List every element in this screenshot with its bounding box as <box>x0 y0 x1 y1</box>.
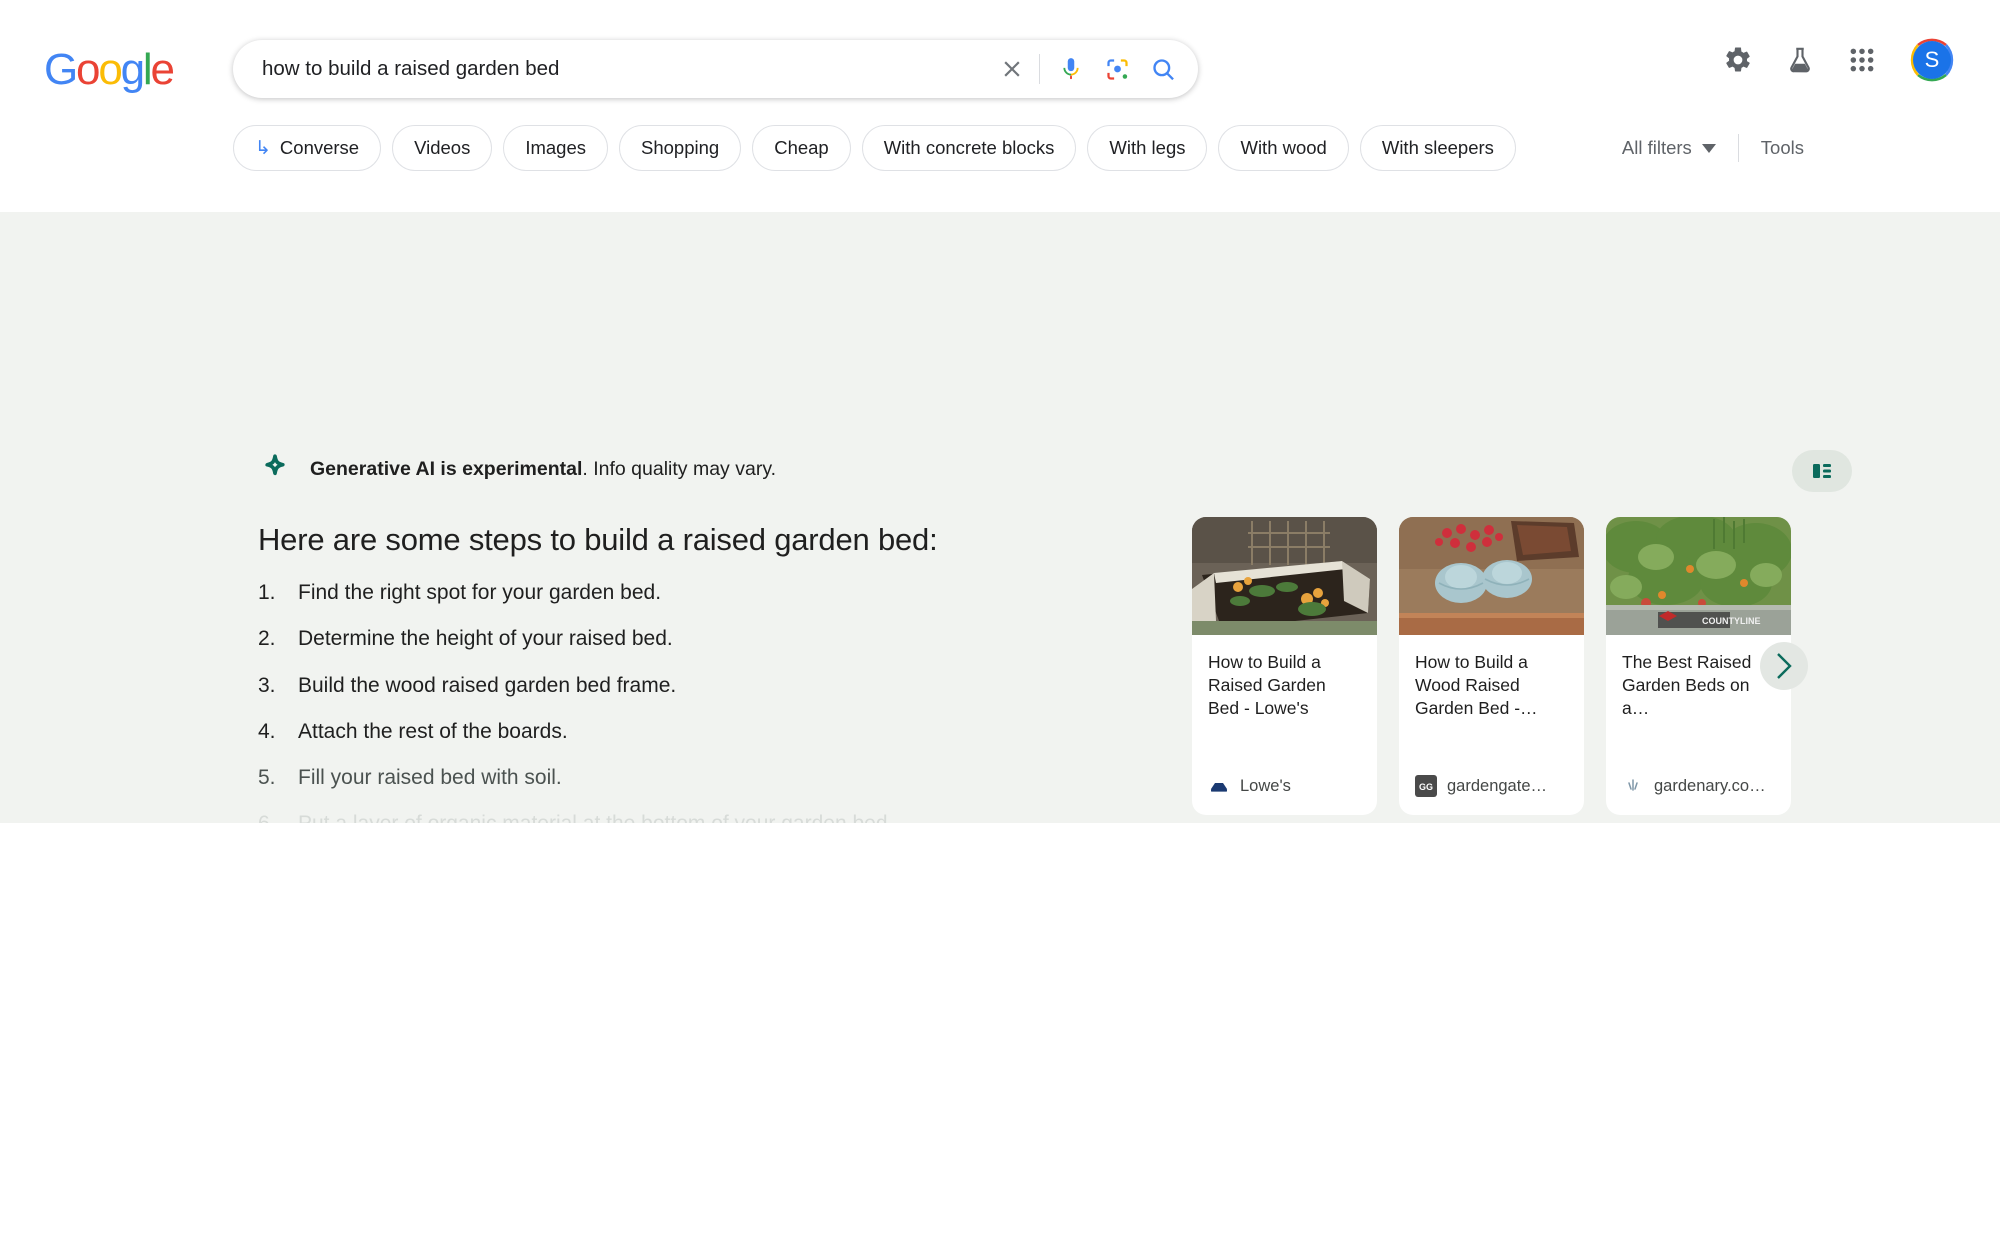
logo-letter-3: o <box>98 45 123 94</box>
chevron-down-icon <box>1701 143 1716 153</box>
filter-chip-label: With wood <box>1240 137 1327 158</box>
apps-grid-icon[interactable] <box>1842 40 1882 80</box>
filter-chip-converse[interactable]: ↳ Converse <box>233 125 382 171</box>
ai-step-number: 4. <box>258 719 276 743</box>
avatar[interactable]: S <box>1908 36 1956 84</box>
ai-step-text: Attach the rest of the boards. <box>298 719 568 743</box>
ai-step-text: Fill your raised bed with soil. <box>298 766 562 789</box>
lens-search-icon[interactable] <box>1094 46 1140 92</box>
ai-step-number: 1. <box>258 581 276 604</box>
source-card-site: gardenary.co… <box>1654 776 1766 795</box>
gardenary-favicon <box>1622 775 1644 797</box>
filter-chip-label: With legs <box>1109 137 1186 158</box>
avatar-initial: S <box>1913 41 1951 79</box>
filter-chip-images[interactable]: Images <box>503 125 609 171</box>
logo-letter-1: G <box>44 45 78 94</box>
converse-arrow-icon: ↳ <box>255 137 271 159</box>
source-thumbnail: COUNTYLINE <box>1606 517 1791 635</box>
source-card[interactable]: How to Build a Wood Raised Garden Bed -…… <box>1399 517 1584 815</box>
filter-chip-videos[interactable]: Videos <box>392 125 493 171</box>
ai-step: 4. Attach the rest of the boards. <box>258 719 1158 745</box>
all-filters-button[interactable]: All filters <box>1622 137 1716 159</box>
ai-disclaimer-rest: . Info quality may vary. <box>582 457 777 480</box>
source-card[interactable]: How to Build a Raised Garden Bed - Lowe'… <box>1192 517 1377 815</box>
ai-step-text: Find the right spot for your garden bed. <box>298 581 662 604</box>
svg-text:COUNTYLINE: COUNTYLINE <box>1702 616 1761 626</box>
source-card-footer: gardenary.co… <box>1606 775 1791 815</box>
filter-chip-label: With concrete blocks <box>883 137 1055 158</box>
layout-toggle-button[interactable] <box>1792 450 1852 492</box>
google-logo[interactable]: Google <box>44 45 175 94</box>
filter-chip-label: Cheap <box>774 137 829 158</box>
source-card-title: How to Build a Raised Garden Bed - Lowe'… <box>1208 652 1326 719</box>
ai-step: 1. Find the right spot for your garden b… <box>258 580 1158 606</box>
ai-step-text: Build the wood raised garden bed frame. <box>298 673 677 697</box>
filter-chip-label: With sleepers <box>1381 137 1494 158</box>
ai-disclaimer-text: Generative AI is experimental. Info qual… <box>310 458 776 481</box>
source-card-site: Lowe's <box>1240 776 1291 795</box>
search-bar <box>233 40 1198 98</box>
voice-search-icon[interactable] <box>1048 46 1094 92</box>
source-card-site: gardengate… <box>1447 776 1547 795</box>
settings-icon[interactable] <box>1718 40 1758 80</box>
filter-chip-with-legs[interactable]: With legs <box>1087 125 1208 171</box>
ai-step-number: 5. <box>258 766 276 789</box>
labs-icon[interactable] <box>1780 40 1820 80</box>
filter-chips-row: ↳ Converse Videos Images Shopping Cheap … <box>233 124 1516 172</box>
clear-search-button[interactable] <box>989 46 1035 92</box>
carousel-next-button[interactable] <box>1760 642 1808 690</box>
layout-icon <box>1813 464 1831 478</box>
search-divider <box>1039 54 1040 84</box>
header-icons: S <box>1718 36 1956 84</box>
source-thumbnail <box>1192 517 1377 635</box>
filter-chip-label: Images <box>525 137 587 158</box>
ai-step-text: Determine the height of your raised bed. <box>298 627 673 651</box>
source-card-title: How to Build a Wood Raised Garden Bed -… <box>1415 652 1538 719</box>
filter-chip-shopping[interactable]: Shopping <box>619 125 742 171</box>
filter-chip-label: Shopping <box>641 137 720 158</box>
ai-step: 2. Determine the height of your raised b… <box>258 626 1158 652</box>
filters-toolbar: All filters Tools <box>1622 134 1804 162</box>
generative-ai-panel: Generative AI is experimental. Info qual… <box>0 212 2000 997</box>
toolbar-divider <box>1737 134 1739 162</box>
source-thumbnail <box>1399 517 1584 635</box>
ai-source-cards: How to Build a Raised Garden Bed - Lowe'… <box>1192 517 1791 815</box>
google-search-results-page: Google how to build a raised garden bed … <box>0 0 2000 1250</box>
filter-chip-cheap[interactable]: Cheap <box>752 125 851 171</box>
all-filters-label: All filters <box>1621 137 1692 158</box>
chevron-right-icon <box>1777 653 1792 679</box>
organic-result-card: Step-by-Step Directions to Build a Raise… <box>0 823 2000 1250</box>
filter-chip-label: Videos <box>414 137 471 158</box>
ai-step-number: 2. <box>258 627 276 651</box>
filter-chip-with-sleepers[interactable]: With sleepers <box>1359 125 1516 171</box>
logo-letter-6: e <box>150 45 175 94</box>
gardengate-favicon: GG <box>1415 775 1437 797</box>
logo-letter-4: g <box>120 45 146 94</box>
filter-chip-with-concrete-blocks[interactable]: With concrete blocks <box>861 125 1077 171</box>
search-submit-icon[interactable] <box>1140 46 1186 92</box>
ai-disclaimer-bold: Generative AI is experimental <box>310 457 583 480</box>
search-header: Google how to build a raised garden bed … <box>0 0 2000 212</box>
ai-answer-title: Here are some steps to build a raised ga… <box>258 522 938 557</box>
ai-step: 5. Fill your raised bed with soil. <box>258 765 1158 791</box>
logo-letter-2: o <box>76 45 101 94</box>
search-input[interactable] <box>233 57 989 81</box>
ai-step-number: 3. <box>258 673 276 697</box>
ai-disclaimer: Generative AI is experimental. Info qual… <box>258 452 776 486</box>
source-card-footer: GG gardengate… <box>1399 775 1584 815</box>
svg-text:GG: GG <box>1419 782 1433 792</box>
ai-answer-steps: 1. Find the right spot for your garden b… <box>258 580 1158 858</box>
lowes-favicon <box>1208 775 1230 797</box>
ai-step: 3. Build the wood raised garden bed fram… <box>258 673 1158 699</box>
filter-chip-label: Converse <box>279 137 360 158</box>
sparkle-icon <box>265 454 285 476</box>
filter-chip-with-wood[interactable]: With wood <box>1218 125 1349 171</box>
source-card-footer: Lowe's <box>1192 775 1377 815</box>
tools-button[interactable]: Tools <box>1761 137 1804 159</box>
